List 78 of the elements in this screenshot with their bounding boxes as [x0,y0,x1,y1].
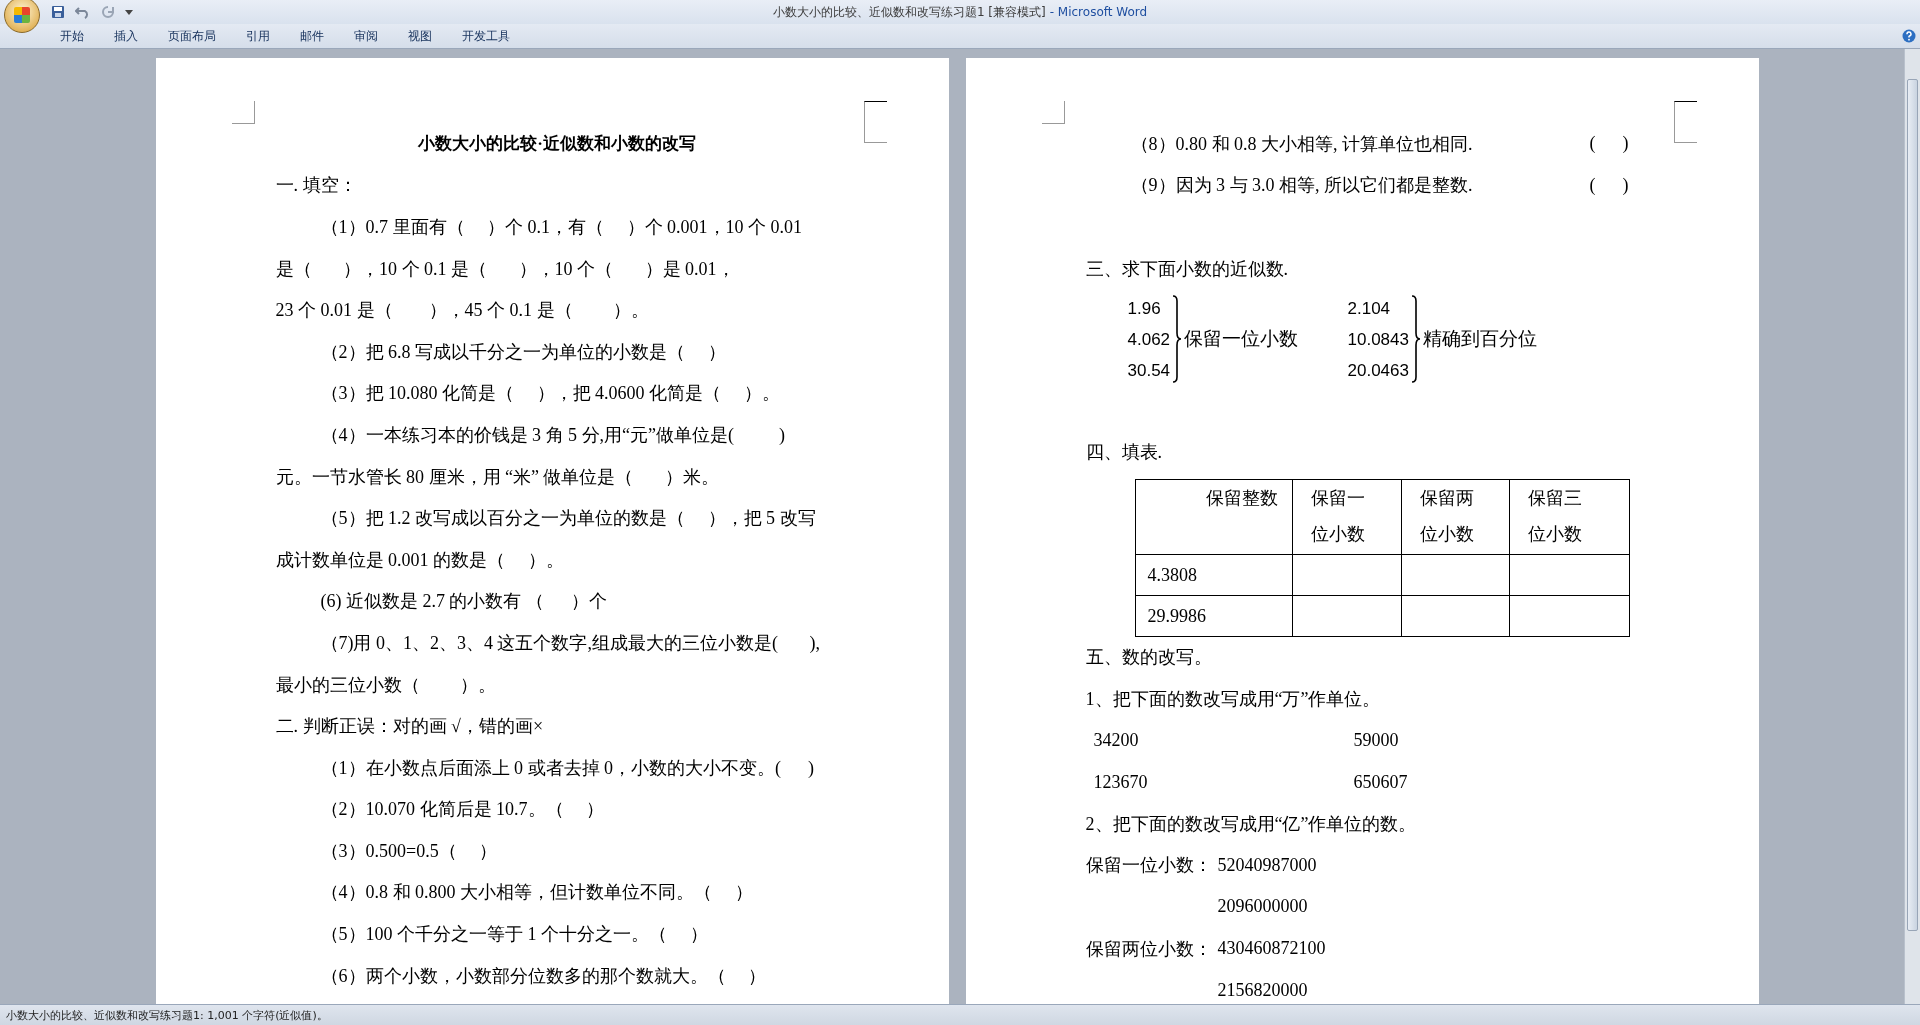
question-text: 是（ ），10 个 0.1 是（ ），10 个（ ）是 0.01， [275,257,735,281]
brace-label: 保留一位小数 [1184,327,1299,352]
ribbon-tab[interactable]: 页面布局 [168,25,216,47]
decimal-number: 2.104 [1347,297,1392,320]
ribbon-tab[interactable]: 开发工具 [462,25,510,47]
question-text: （3）把 10.080 化简是（ ），把 4.0600 化简是（ ）。 [320,382,780,406]
number-text: 650607 [1353,771,1408,793]
question-text: （1）0.7 里面有（ ）个 0.1，有（ ）个 0.001，10 个 0.01 [320,216,802,239]
column-header: 位小数 [1527,522,1583,546]
column-header: 位小数 [1310,522,1366,546]
decimal-number: 10.0843 [1347,328,1409,351]
corner-mark [231,101,255,124]
question-text: （5）100 个千分之一等于 1 个十分之一。（ ） [320,923,708,947]
column-header: 保留整数 [1205,486,1278,510]
ribbon-tab[interactable]: 视图 [408,25,432,47]
rounding-label: 保留两位小数： [1085,938,1212,959]
column-header: 保留两 [1419,486,1475,510]
scroll-bar[interactable] [1904,49,1920,1004]
rounding-label: 保留一位小数： [1085,855,1212,876]
question-text: （5）把 1.2 改写成以百分之一为单位的数是（ ），把 5 改写 [320,507,816,531]
number-text: 123670 [1093,771,1149,793]
column-header: 保留一 [1310,486,1366,510]
column-header: 位小数 [1419,522,1475,546]
redo-icon[interactable] [101,5,115,19]
question-text: 成计数单位是 0.001 的数是（ ）。 [275,548,564,572]
section-heading: 一. 填空： [275,174,357,198]
table-cell-text: 29.9986 [1147,604,1206,628]
section-heading: 1、把下面的数改写成用“万”作单位。 [1085,687,1381,711]
corner-mark [1673,101,1697,143]
column-header: 保留三 [1527,486,1583,510]
decimal-number: 4.062 [1127,328,1171,351]
question-text: 元。一节水管长 80 厘米，用 “米” 做单位是（ ）米。 [275,465,719,489]
number-text: 2096000000 [1217,896,1308,918]
question-text: 23 个 0.01 是（ ），45 个 0.1 是（ ）。 [275,299,649,323]
section-heading: 四、填表. [1085,440,1162,464]
section-heading: 五、数的改写。 [1085,646,1212,670]
ribbon-tab[interactable]: 邮件 [300,25,324,47]
question-text: （6）两个小数，小数部分位数多的那个数就大。（ ） [320,964,766,988]
number-text: 59000 [1353,730,1399,752]
number-text: 2156820000 [1217,979,1308,1001]
question-text: （9）因为 3 与 3.0 相等, 所以它们都是整数. [1130,174,1473,198]
section-heading: 2、把下面的数改写成用“亿”作单位的数。 [1085,812,1417,836]
number-text: 430460872100 [1217,938,1326,959]
question-text: （4）0.8 和 0.800 大小相等，但计数单位不同。（ ） [320,881,753,905]
answer-blank: ( ) [1589,174,1629,196]
app-name: - Microsoft Word [1049,5,1148,19]
question-text: （8）0.80 和 0.8 大小相等, 计算单位也相同. [1130,132,1473,156]
decimal-number: 1.96 [1127,297,1162,320]
question-text: （3）0.500=0.5（ ） [320,839,498,863]
table-cell-text: 4.3808 [1147,563,1197,587]
question-text: （2）把 6.8 写成以千分之一为单位的小数是（ ） [320,340,726,364]
status-text: 小数大小的比较、近似数和改写练习题1: 1,001 个字符(近似值)。 [6,1007,328,1023]
number-text: 34200 [1093,730,1140,752]
section-heading: 三、求下面小数的近似数. [1085,257,1288,281]
question-text: （4）一本练习本的价钱是 3 角 5 分,用“元”做单位是( ) [320,423,785,447]
window-title: 小数大小的比较、近似数和改写练习题1 [兼容模式] [772,5,1046,19]
dropdown-icon[interactable] [125,8,133,16]
help-icon[interactable] [1902,29,1916,43]
section-heading: 二. 判断正误：对的画 √，错的画× [275,715,544,739]
question-text: （7)用 0、1、2、3、4 这五个数字,组成最大的三位小数是( ), [320,631,820,655]
ribbon-tab[interactable]: 引用 [246,25,270,47]
save-icon[interactable] [51,5,65,19]
question-text: 最小的三位小数（ ）。 [275,673,496,697]
ribbon-tab[interactable]: 开始 [60,25,84,47]
corner-mark [1041,101,1065,124]
ribbon-tab[interactable]: 审阅 [354,25,378,47]
question-text: （1）在小数点后面添上 0 或者去掉 0，小数的大小不变。( ) [320,756,814,780]
number-text: 52040987000 [1217,854,1317,876]
brace-label: 精确到百分位 [1422,327,1537,352]
undo-icon[interactable] [75,5,91,19]
document-title: 小数大小的比较·近似数和小数的改写 [418,133,696,156]
question-text: （2）10.070 化简后是 10.7。（ ） [320,798,604,822]
answer-blank: ( ) [1589,133,1629,155]
corner-mark [863,101,887,143]
decimal-number: 30.54 [1127,359,1171,382]
question-text: (6) 近似数是 2.7 的小数有 （ ）个 [320,590,607,614]
decimal-number: 20.0463 [1347,359,1409,382]
ribbon-tab[interactable]: 插入 [114,25,138,47]
